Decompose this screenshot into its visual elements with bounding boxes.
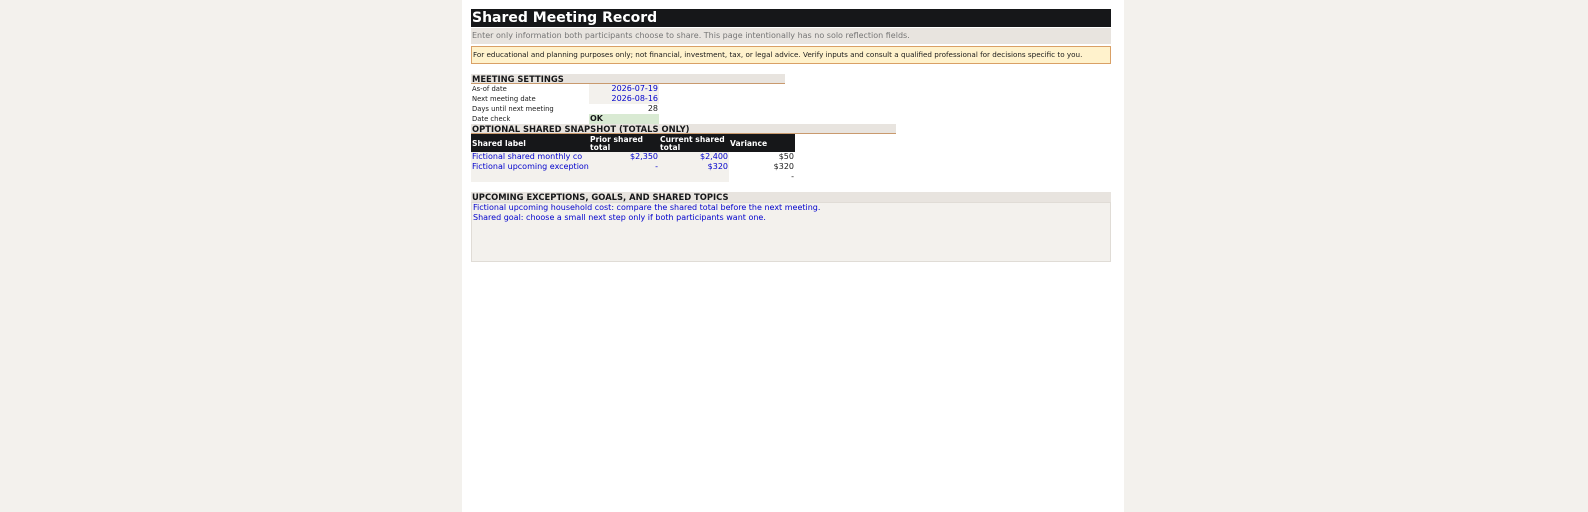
page-title: Shared Meeting Record [471,9,1111,27]
days-until-next-meeting-value: 28 [647,104,658,113]
page-subtitle: Enter only information both participants… [471,28,1111,44]
disclaimer-banner: For educational and planning purposes on… [471,46,1111,64]
snapshot-heading: OPTIONAL SHARED SNAPSHOT (TOTALS ONLY) [471,124,896,134]
spreadsheet-sheet: Shared Meeting Record Enter only informa… [462,0,1124,512]
column-header-variance: Variance [729,134,795,152]
snapshot-row-1-current[interactable]: $2,400 [659,152,729,162]
topic-line-2: Shared goal: choose a small next step on… [473,213,766,222]
snapshot-row-1-variance: $50 [778,152,794,161]
snapshot-row-3-current[interactable] [659,172,729,182]
snapshot-row-3-variance: - [791,172,794,181]
as-of-date-label: As-of date [472,85,507,93]
column-header-current-total: Current shared total [659,134,729,152]
snapshot-row-1-label[interactable]: Fictional shared monthly co [471,152,589,162]
as-of-date-input[interactable]: 2026-07-19 [589,84,659,94]
column-header-shared-label: Shared label [471,134,589,152]
topic-line-1: Fictional upcoming household cost: compa… [473,203,821,212]
column-header-prior-total: Prior shared total [589,134,659,152]
snapshot-row-2-current[interactable]: $320 [659,162,729,172]
topics-notes-area[interactable]: Fictional upcoming household cost: compa… [471,202,1111,262]
date-check-label: Date check [472,115,511,123]
next-meeting-date-input[interactable]: 2026-08-16 [589,94,659,104]
topics-heading: UPCOMING EXCEPTIONS, GOALS, AND SHARED T… [471,192,1111,202]
snapshot-row-2-variance: $320 [773,162,794,171]
next-meeting-date-label: Next meeting date [472,95,536,103]
snapshot-row-3-label[interactable] [471,172,589,182]
snapshot-row-1-prior[interactable]: $2,350 [589,152,659,162]
date-check-status-badge: OK [589,114,659,124]
snapshot-row-2-label[interactable]: Fictional upcoming exception [471,162,589,172]
days-until-next-meeting-label: Days until next meeting [472,105,554,113]
snapshot-row-3-prior[interactable] [589,172,659,182]
snapshot-row-2-prior[interactable]: - [589,162,659,172]
meeting-settings-heading: MEETING SETTINGS [471,74,785,84]
